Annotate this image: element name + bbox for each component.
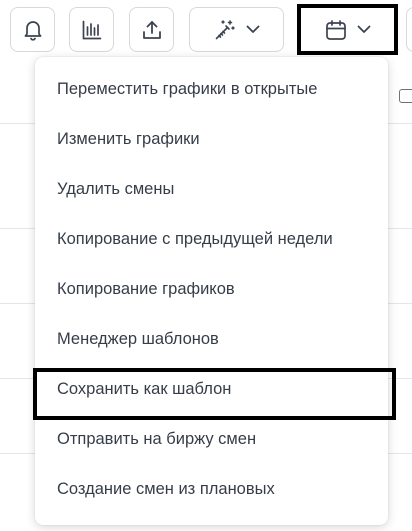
toolbar — [0, 0, 412, 58]
menu-item-save-as-template[interactable]: Сохранить как шаблон — [33, 364, 396, 420]
page: Переместить графики в открытые Изменить … — [0, 0, 412, 531]
menu-item-delete-shifts[interactable]: Удалить смены — [35, 164, 388, 214]
menu-item-copy-schedules[interactable]: Копирование графиков — [35, 264, 388, 314]
export-button[interactable] — [129, 7, 174, 52]
menu-item-create-from-planned[interactable]: Создание смен из плановых — [35, 464, 388, 514]
bell-icon — [24, 20, 41, 41]
table-divider — [388, 378, 412, 379]
table-divider — [0, 378, 36, 379]
magic-wand-icon — [215, 19, 235, 39]
calendar-icon — [325, 19, 346, 40]
menu-item-label: Менеджер шаблонов — [57, 329, 219, 348]
more-button[interactable] — [406, 7, 412, 52]
notifications-button[interactable] — [10, 7, 55, 52]
menu-item-label: Копирование графиков — [57, 279, 235, 298]
table-divider — [0, 123, 36, 124]
menu-item-label: Переместить графики в открытые — [57, 79, 318, 98]
menu-item-label: Копирование с предыдущей недели — [57, 229, 333, 248]
menu-item-copy-previous-week[interactable]: Копирование с предыдущей недели — [35, 214, 388, 264]
menu-item-template-manager[interactable]: Менеджер шаблонов — [35, 314, 388, 364]
auto-fill-button[interactable] — [189, 7, 284, 52]
table-divider — [388, 228, 412, 229]
table-divider — [388, 303, 412, 304]
table-divider — [0, 303, 36, 304]
menu-item-label: Сохранить как шаблон — [57, 379, 232, 398]
table-divider — [0, 228, 36, 229]
schedule-actions-button[interactable] — [297, 4, 398, 55]
schedule-actions-menu: Переместить графики в открытые Изменить … — [33, 57, 396, 525]
menu-item-label: Удалить смены — [57, 179, 175, 198]
menu-item-send-to-shift-exchange[interactable]: Отправить на биржу смен — [35, 414, 388, 464]
table-divider — [388, 453, 412, 454]
menu-item-move-to-open[interactable]: Переместить графики в открытые — [35, 64, 388, 114]
chevron-down-icon — [246, 25, 259, 33]
table-divider — [388, 123, 412, 124]
statistics-button[interactable] — [69, 7, 114, 52]
bar-chart-icon — [82, 20, 101, 39]
table-divider — [0, 453, 36, 454]
copy-icon[interactable] — [399, 89, 412, 103]
upload-icon — [142, 20, 161, 39]
menu-item-edit-schedules[interactable]: Изменить графики — [35, 114, 388, 164]
menu-item-label: Создание смен из плановых — [57, 479, 275, 498]
menu-item-label: Отправить на биржу смен — [57, 429, 257, 448]
chevron-down-icon — [357, 25, 370, 33]
menu-item-label: Изменить графики — [57, 129, 200, 148]
